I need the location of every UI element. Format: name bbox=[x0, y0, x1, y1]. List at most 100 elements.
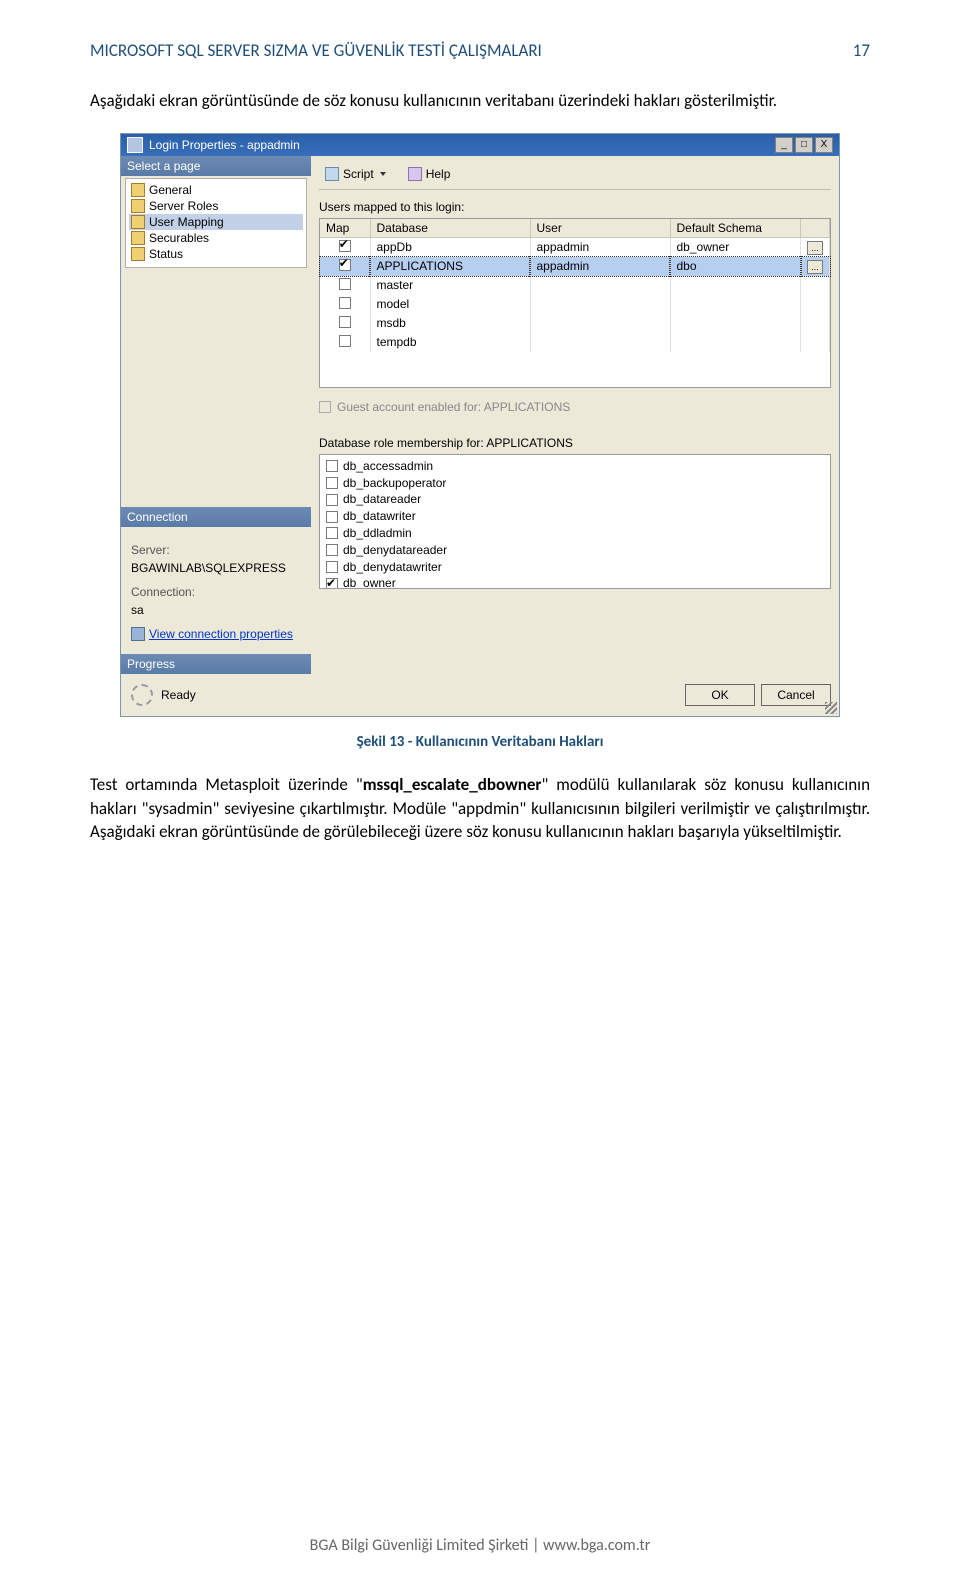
view-connection-properties-link[interactable]: View connection properties bbox=[131, 625, 293, 643]
table-row[interactable]: model bbox=[320, 295, 830, 314]
schema-cell: dbo bbox=[670, 257, 801, 276]
map-checkbox[interactable] bbox=[339, 316, 351, 328]
map-checkbox[interactable] bbox=[339, 335, 351, 347]
role-item[interactable]: db_denydatareader bbox=[326, 542, 824, 559]
help-icon bbox=[408, 167, 422, 181]
role-item[interactable]: db_owner bbox=[326, 575, 824, 588]
database-cell: msdb bbox=[370, 314, 530, 333]
role-item[interactable]: db_denydatawriter bbox=[326, 559, 824, 576]
doc-footer: BGA Bilgi Güvenliği Limited Şirketi | ww… bbox=[0, 1536, 960, 1555]
role-item[interactable]: db_accessadmin bbox=[326, 458, 824, 475]
server-value: BGAWINLAB\SQLEXPRESS bbox=[131, 559, 301, 577]
table-row[interactable]: APPLICATIONSappadmindbo... bbox=[320, 257, 830, 276]
browse-schema-button[interactable]: ... bbox=[807, 241, 823, 255]
role-item[interactable]: db_backupoperator bbox=[326, 475, 824, 492]
role-checkbox[interactable] bbox=[326, 477, 338, 489]
ok-button[interactable]: OK bbox=[685, 684, 755, 706]
maximize-button[interactable]: □ bbox=[795, 137, 813, 153]
col-map[interactable]: Map bbox=[320, 219, 370, 238]
progress-status: Ready bbox=[161, 688, 196, 702]
sidebar-item-status[interactable]: Status bbox=[129, 246, 303, 262]
table-row[interactable]: appDbappadmindb_owner... bbox=[320, 237, 830, 257]
role-item[interactable]: db_ddladmin bbox=[326, 525, 824, 542]
sidebar-item-server-roles[interactable]: Server Roles bbox=[129, 198, 303, 214]
window-title: Login Properties - appadmin bbox=[149, 138, 300, 152]
role-label: db_accessadmin bbox=[343, 458, 433, 475]
connection-body: Server: BGAWINLAB\SQLEXPRESS Connection:… bbox=[121, 527, 311, 654]
guest-checkbox bbox=[319, 401, 331, 413]
sidebar: Select a page General Server Roles User … bbox=[121, 156, 311, 716]
doc-title: MICROSOFT SQL SERVER SIZMA VE GÜVENLİK T… bbox=[90, 40, 542, 61]
col-actions bbox=[801, 219, 830, 238]
progress-icon bbox=[131, 684, 153, 706]
script-icon bbox=[325, 167, 339, 181]
map-checkbox[interactable] bbox=[339, 259, 351, 271]
select-page-list: General Server Roles User Mapping Secura… bbox=[125, 178, 307, 268]
toolbar: Script Help bbox=[319, 162, 831, 190]
role-membership-list: db_accessadmindb_backupoperatordb_datare… bbox=[319, 454, 831, 589]
user-mapping-table: Map Database User Default Schema appDbap… bbox=[319, 218, 831, 388]
guest-account-row: Guest account enabled for: APPLICATIONS bbox=[319, 400, 831, 414]
titlebar: Login Properties - appadmin _ □ X bbox=[121, 134, 839, 156]
main-panel: Script Help Users mapped to this login: … bbox=[311, 156, 839, 716]
map-checkbox[interactable] bbox=[339, 278, 351, 290]
page-icon bbox=[131, 231, 145, 245]
user-cell bbox=[530, 333, 670, 352]
script-button[interactable]: Script bbox=[319, 165, 392, 183]
properties-icon bbox=[131, 627, 145, 641]
server-label: Server: bbox=[131, 541, 301, 559]
role-label: db_backupoperator bbox=[343, 475, 446, 492]
role-checkbox[interactable] bbox=[326, 460, 338, 472]
sidebar-item-securables[interactable]: Securables bbox=[129, 230, 303, 246]
guest-label: Guest account enabled for: APPLICATIONS bbox=[337, 400, 570, 414]
sidebar-item-user-mapping[interactable]: User Mapping bbox=[129, 214, 303, 230]
schema-cell bbox=[670, 333, 801, 352]
user-cell: appadmin bbox=[530, 237, 670, 257]
col-database[interactable]: Database bbox=[370, 219, 530, 238]
role-item[interactable]: db_datareader bbox=[326, 491, 824, 508]
dropdown-arrow-icon bbox=[380, 172, 386, 176]
map-checkbox[interactable] bbox=[339, 297, 351, 309]
minimize-button[interactable]: _ bbox=[775, 137, 793, 153]
schema-cell bbox=[670, 314, 801, 333]
role-checkbox[interactable] bbox=[326, 561, 338, 573]
database-cell: tempdb bbox=[370, 333, 530, 352]
mapped-label: Users mapped to this login: bbox=[319, 200, 831, 214]
role-checkbox[interactable] bbox=[326, 527, 338, 539]
doc-header: MICROSOFT SQL SERVER SIZMA VE GÜVENLİK T… bbox=[90, 40, 870, 61]
user-cell bbox=[530, 295, 670, 314]
progress-header: Progress bbox=[121, 654, 311, 674]
roles-label: Database role membership for: APPLICATIO… bbox=[319, 436, 831, 450]
database-cell: APPLICATIONS bbox=[370, 257, 530, 276]
map-checkbox[interactable] bbox=[339, 240, 351, 252]
page-number: 17 bbox=[853, 40, 870, 61]
figure-caption: Şekil 13 - Kullanıcının Veritabanı Hakla… bbox=[90, 733, 870, 751]
connection-header: Connection bbox=[121, 507, 311, 527]
role-label: db_ddladmin bbox=[343, 525, 412, 542]
select-page-header: Select a page bbox=[121, 156, 311, 176]
table-row[interactable]: master bbox=[320, 276, 830, 295]
role-checkbox[interactable] bbox=[326, 494, 338, 506]
cancel-button[interactable]: Cancel bbox=[761, 684, 831, 706]
role-label: db_denydatareader bbox=[343, 542, 447, 559]
role-label: db_datawriter bbox=[343, 508, 416, 525]
login-properties-dialog: Login Properties - appadmin _ □ X Select… bbox=[120, 133, 840, 717]
database-cell: model bbox=[370, 295, 530, 314]
col-schema[interactable]: Default Schema bbox=[670, 219, 801, 238]
role-checkbox[interactable] bbox=[326, 511, 338, 523]
role-item[interactable]: db_datawriter bbox=[326, 508, 824, 525]
help-button[interactable]: Help bbox=[402, 165, 457, 183]
role-checkbox[interactable] bbox=[326, 578, 338, 589]
table-row[interactable]: msdb bbox=[320, 314, 830, 333]
role-checkbox[interactable] bbox=[326, 544, 338, 556]
table-row[interactable]: tempdb bbox=[320, 333, 830, 352]
user-cell bbox=[530, 314, 670, 333]
role-label: db_datareader bbox=[343, 491, 421, 508]
database-cell: appDb bbox=[370, 237, 530, 257]
col-user[interactable]: User bbox=[530, 219, 670, 238]
close-button[interactable]: X bbox=[815, 137, 833, 153]
browse-schema-button[interactable]: ... bbox=[807, 260, 823, 274]
resize-grip-icon[interactable] bbox=[825, 702, 837, 714]
connection-value: sa bbox=[131, 601, 301, 619]
sidebar-item-general[interactable]: General bbox=[129, 182, 303, 198]
